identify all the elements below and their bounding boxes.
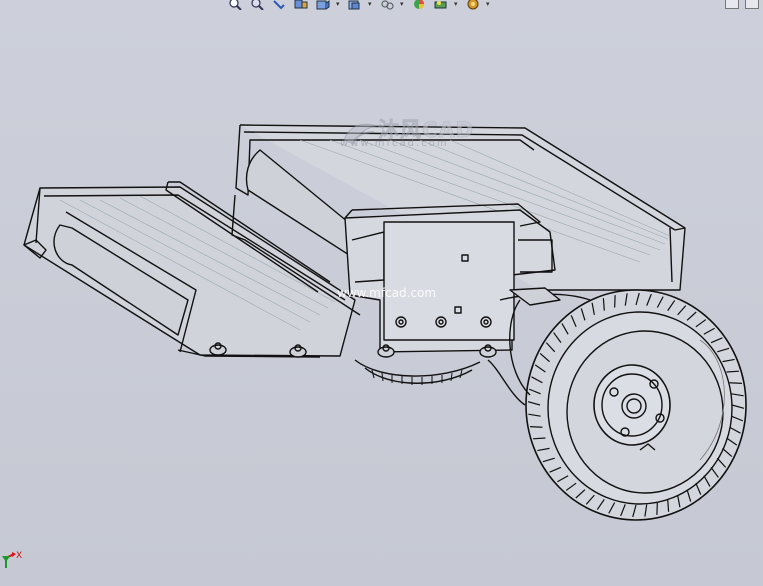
reference-triad: X [2,551,22,568]
watermark-logo: 沐风CAD www.mfcad.com [340,114,473,152]
tire-tread-block [729,382,742,384]
graphics-area[interactable]: ▾ ▾ ▾ ▾ ▾ 沐风CAD www.mfcad.com www.mfcad.… [0,0,763,586]
tire-tread-block [532,437,546,440]
watermark-subtitle: www.mfcad.com [340,138,449,149]
triad-x-label: X [16,551,22,561]
tire-tread-block [530,426,543,428]
tire-tread-block [726,370,740,373]
rear-wheel [354,359,481,385]
watermark-center-text: www.mfcad.com [337,286,437,300]
front-wheel [525,289,747,521]
